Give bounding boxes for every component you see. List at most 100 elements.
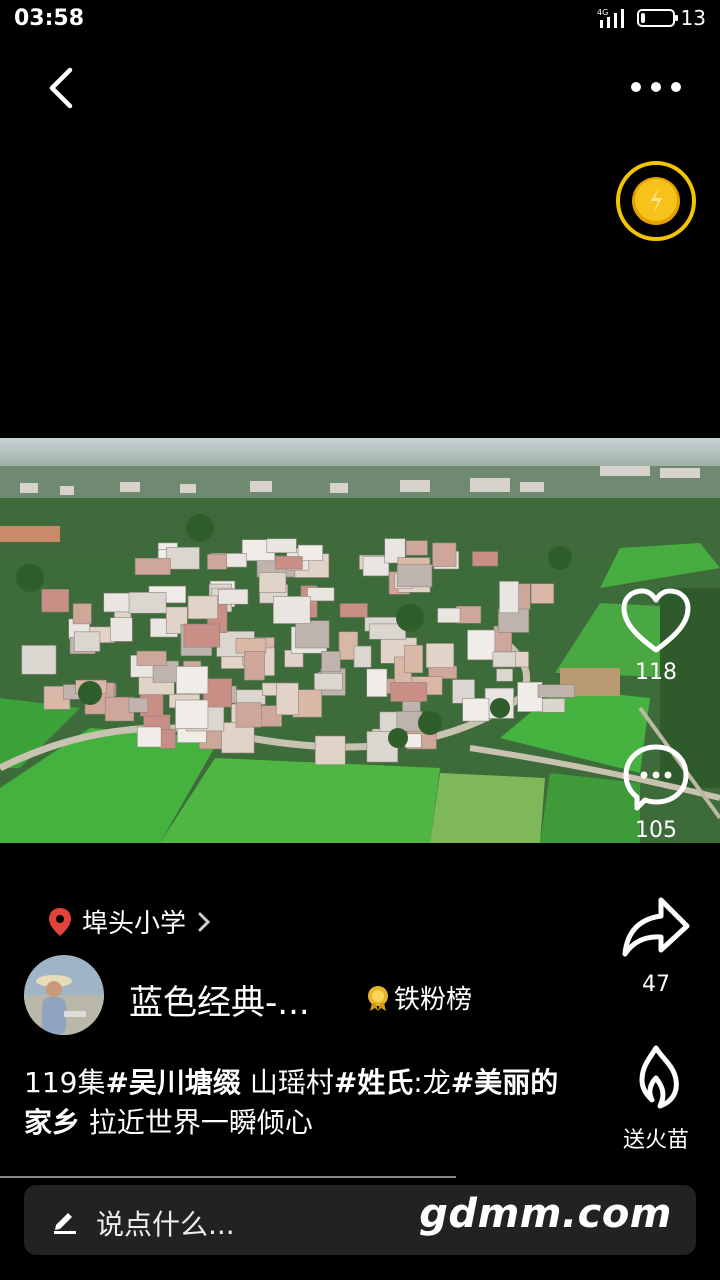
caption-text: 山瑶村 [240,1066,334,1099]
village-house [41,589,70,613]
village-house [73,631,101,652]
hashtag[interactable]: #吴川塘缀 [105,1066,240,1099]
network-type: 4G [597,8,608,17]
village-house [244,650,265,681]
author-name[interactable]: 蓝色经典-... [129,975,310,1024]
village-house [166,547,200,570]
village-house [496,668,513,682]
fan-medal-icon [368,985,388,1011]
village-house [405,540,428,556]
village-house [295,620,330,649]
caption-text: 119集 [24,1066,106,1099]
like-count: 118 [635,660,677,685]
village-house [467,629,496,661]
status-time: 03:58 [14,6,85,31]
village-house [314,672,343,691]
village-house [339,603,368,618]
village-house [234,689,266,705]
fans-rank-badge[interactable]: 铁粉榜 [366,979,472,1016]
village-house [128,697,149,713]
village-house [187,595,218,620]
village-house [314,735,346,765]
village-house [472,551,499,567]
village-house [235,702,262,728]
village-house [530,583,555,604]
village-house [137,726,162,748]
watermark-text: gdmm.com [419,1191,672,1237]
chevron-right-icon [198,912,211,931]
village-house [390,682,428,702]
village-house [396,564,433,588]
village-house [307,587,335,602]
pencil-icon [54,1213,76,1234]
comment-count: 105 [635,818,677,843]
status-icons: 4G 13 [597,6,706,30]
chevron-left-icon [49,67,73,109]
village-house [103,592,131,613]
share-arrow-icon [622,897,690,957]
caption-text: 拉近世界一瞬倾心 [80,1106,313,1139]
location-name: 埠头小学 [82,909,187,939]
village-house [539,698,566,713]
share-button[interactable]: 47 [611,892,701,997]
comment-placeholder: 说点什么... [96,1208,235,1241]
flame-icon [639,1045,679,1109]
village-house [437,607,461,623]
village-house [266,538,297,554]
avatar-image [24,955,104,1035]
village-house [321,651,341,672]
author-avatar[interactable] [24,955,104,1035]
village-house [537,684,575,698]
village-house [134,557,171,576]
battery-fill [640,13,645,23]
village-house [276,682,299,716]
battery-level: 13 [680,6,706,30]
village-house [72,603,92,625]
village-house [21,645,57,675]
village-house [432,542,457,567]
like-button[interactable]: 118 [611,588,701,685]
status-bar: 03:58 4G 13 [0,0,720,40]
village-house [175,699,209,729]
fans-rank-label: 铁粉榜 [394,985,473,1015]
gold-coin-icon [616,161,696,241]
caption-text: :龙 [413,1066,451,1099]
heart-outline-icon [621,588,691,653]
village-house [272,596,311,624]
village-house [258,572,287,593]
village-house [183,623,221,648]
village-house [218,589,249,605]
more-dots-icon [631,82,681,92]
comment-bubble-icon [623,744,689,811]
share-count: 47 [642,972,670,997]
send-flame-button[interactable]: 送火苗 [611,1044,701,1154]
send-flame-label: 送火苗 [622,1128,689,1153]
village-house [425,643,455,668]
village-house [207,554,227,570]
village-house [128,592,167,614]
comment-button[interactable]: 105 [611,742,701,843]
village-house [275,556,303,570]
progress-divider [0,1176,456,1178]
location-pin-icon [49,907,71,936]
village-house [136,650,167,666]
battery-icon [636,9,678,27]
village-house [110,617,133,642]
village-house [404,644,423,674]
author-row: 蓝色经典-... 铁粉榜 [24,955,604,1037]
village-house [159,728,176,749]
village-house [492,651,516,668]
back-button[interactable] [40,64,84,112]
village-house [366,668,388,698]
coin-reward-button[interactable] [615,160,697,242]
more-button[interactable] [626,72,686,102]
signal-icon: 4G [597,8,624,28]
video-caption: 119集#吴川塘缀 山瑶村#姓氏:龙#美丽的家乡 拉近世界一瞬倾心 [24,1063,584,1143]
village-house [499,581,519,614]
comment-input-bar[interactable]: 说点什么... gdmm.com [24,1185,696,1255]
village-house [462,698,490,722]
hashtag[interactable]: #姓氏 [334,1066,413,1099]
location-tag[interactable]: 埠头小学 [48,903,212,940]
village-house [353,645,372,668]
village-house [176,666,209,695]
